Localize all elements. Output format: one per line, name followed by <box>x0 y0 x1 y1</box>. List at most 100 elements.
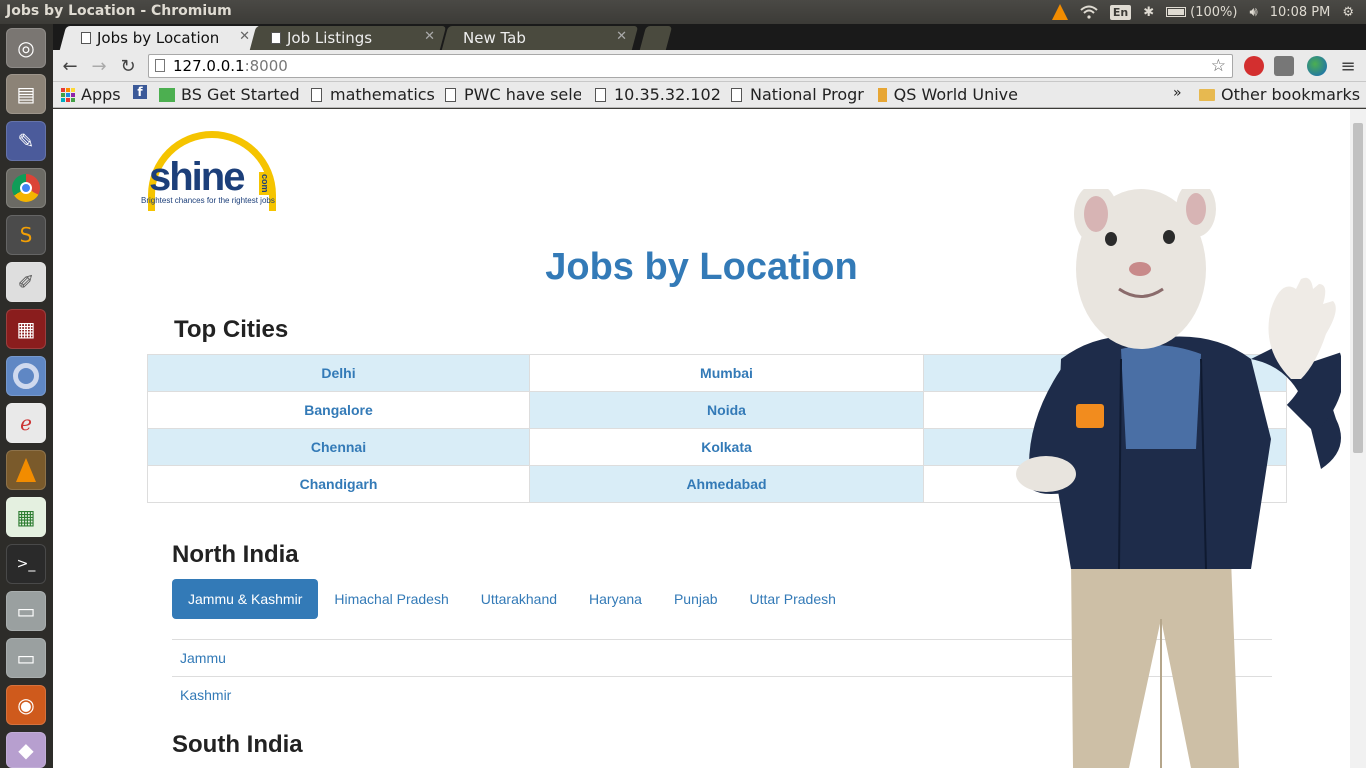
menu-icon[interactable]: ≡ <box>1336 54 1360 78</box>
city-link[interactable]: Kashmir <box>180 687 231 703</box>
tab-job-listings[interactable]: Job Listings ✕ <box>249 26 447 50</box>
city-link[interactable]: Chennai <box>147 428 530 466</box>
power-gear-icon[interactable]: ⚙ <box>1342 5 1354 20</box>
tab-jammu-kashmir[interactable]: Jammu & Kashmir <box>172 579 319 619</box>
top-cities-heading: Top Cities <box>174 316 289 343</box>
bookmark-label: PWC have sele <box>464 85 581 104</box>
firefox-icon[interactable]: ◉ <box>6 685 46 725</box>
back-arrow-icon[interactable]: ← <box>58 54 82 78</box>
vlc-tray-icon[interactable] <box>1051 4 1068 20</box>
vlc-icon[interactable] <box>6 450 46 490</box>
bookmark-bs-get-started[interactable]: BS Get Started <box>159 85 300 104</box>
other-bookmarks-label: Other bookmarks <box>1221 85 1361 104</box>
tab-himachal-pradesh[interactable]: Himachal Pradesh <box>318 579 464 619</box>
logo-dotcom: com <box>259 172 271 195</box>
other-bookmarks[interactable]: Other bookmarks <box>1199 85 1360 104</box>
tab-close-icon[interactable]: ✕ <box>616 29 627 44</box>
adblock-extension-icon[interactable] <box>1244 56 1264 76</box>
city-link[interactable]: Jammu <box>180 650 226 666</box>
tab-label: New Tab <box>463 29 526 47</box>
city-link[interactable]: Noida <box>529 391 924 429</box>
page-info-icon <box>155 59 165 72</box>
bookmark-label: QS World Unive <box>893 85 1018 104</box>
bookmark-label: Apps <box>81 85 121 104</box>
battery-percent: (100%) <box>1190 4 1238 20</box>
bookmark-star-icon[interactable]: ☆ <box>1211 55 1226 77</box>
forward-arrow-icon[interactable]: → <box>87 54 111 78</box>
pocket-extension-icon[interactable] <box>1274 56 1294 76</box>
spreadsheet-icon[interactable]: ▦ <box>6 497 46 537</box>
bluetooth-icon[interactable]: ✱ <box>1143 5 1154 20</box>
bookmark-qs-world[interactable]: QS World Unive <box>878 85 1018 104</box>
tab-close-icon[interactable]: ✕ <box>239 29 250 44</box>
text-editor-icon[interactable]: ✎ <box>6 121 46 161</box>
keyboard-language[interactable]: En <box>1109 4 1132 20</box>
city-link[interactable]: Bangalore <box>147 391 530 429</box>
tab-punjab[interactable]: Punjab <box>658 579 734 619</box>
logo-word: shine <box>149 155 245 199</box>
browser-toolbar: ← → ↻ 127.0.0.1:8000 ☆ ≡ <box>53 50 1366 82</box>
sublime-text-icon[interactable]: S <box>6 215 46 255</box>
tab-new-tab[interactable]: New Tab ✕ <box>441 26 639 50</box>
chromium-icon[interactable] <box>6 168 46 208</box>
page-scrollbar[interactable] <box>1350 109 1366 768</box>
bookmark-pwc[interactable]: PWC have sele <box>445 85 581 104</box>
battery-indicator[interactable]: (100%) <box>1166 5 1237 20</box>
terminal-icon[interactable]: >_ <box>6 544 46 584</box>
shine-logo[interactable]: shine com Brightest chances for the righ… <box>141 131 291 211</box>
city-link[interactable]: Chandigarh <box>147 465 530 503</box>
url-host: 127.0.0.1 <box>173 57 245 75</box>
shine-mascot-image <box>1016 189 1341 768</box>
page-viewport: shine com Brightest chances for the righ… <box>53 109 1350 768</box>
software-center-icon[interactable]: ◆ <box>6 732 46 768</box>
bookmark-ip[interactable]: 10.35.32.102 <box>595 85 721 104</box>
ubuntu-dash-icon[interactable]: ◎ <box>6 28 46 68</box>
tab-uttarakhand[interactable]: Uttarakhand <box>465 579 573 619</box>
south-india-heading: South India <box>172 731 303 758</box>
bookmark-label: BS Get Started <box>181 85 300 104</box>
url-port: :8000 <box>244 57 288 75</box>
reload-icon[interactable]: ↻ <box>116 54 140 78</box>
battery-icon <box>1166 7 1187 17</box>
tab-uttar-pradesh[interactable]: Uttar Pradesh <box>734 579 852 619</box>
gedit-icon[interactable]: ✐ <box>6 262 46 302</box>
workspace-switcher-icon[interactable]: ▦ <box>6 309 46 349</box>
clock[interactable]: 10:08 PM <box>1270 5 1331 20</box>
tab-strip: Jobs by Location ✕ Job Listings ✕ New Ta… <box>53 24 1366 50</box>
address-bar[interactable]: 127.0.0.1:8000 ☆ <box>148 54 1233 78</box>
city-link[interactable]: Kolkata <box>529 428 924 466</box>
bookmark-facebook[interactable]: f <box>133 85 147 99</box>
unity-launcher: ◎ ▤ ✎ S ✐ ▦ ℯ ▦ >_ ▭ ▭ ◉ ◆ <box>0 24 53 768</box>
facebook-icon: f <box>133 85 147 99</box>
apps-grid-icon <box>61 87 75 102</box>
new-tab-button[interactable] <box>639 26 673 50</box>
wifi-icon[interactable] <box>1080 5 1098 19</box>
city-link[interactable]: Mumbai <box>529 354 924 392</box>
chrome-icon[interactable] <box>6 356 46 396</box>
globe-extension-icon[interactable] <box>1307 56 1327 76</box>
tab-haryana[interactable]: Haryana <box>573 579 658 619</box>
city-link[interactable]: Delhi <box>147 354 530 392</box>
bookmarks-overflow-button[interactable]: » <box>1173 85 1182 101</box>
bookmark-label: National Progr <box>750 85 864 104</box>
volume-icon[interactable]: 🔊︎ <box>1249 5 1257 20</box>
page-icon <box>445 87 456 102</box>
tab-close-icon[interactable]: ✕ <box>424 29 435 44</box>
bookmark-national-prog[interactable]: National Progr <box>731 85 867 104</box>
disk-icon[interactable]: ▭ <box>6 591 46 631</box>
system-tray: En ✱ (100%) 🔊︎ 10:08 PM ⚙ <box>1051 0 1366 24</box>
files-icon[interactable]: ▤ <box>6 74 46 114</box>
bookmark-label: mathematics <box>330 85 435 104</box>
evince-icon[interactable]: ℯ <box>6 403 46 443</box>
page-favicon-icon <box>81 32 91 44</box>
tab-label: Job Listings <box>287 29 373 47</box>
page-icon <box>311 87 322 102</box>
scrollbar-thumb[interactable] <box>1353 123 1363 453</box>
city-link[interactable]: Ahmedabad <box>529 465 924 503</box>
window-title: Jobs by Location - Chromium <box>6 3 232 19</box>
bookmark-apps[interactable]: Apps <box>61 85 121 104</box>
disk-2-icon[interactable]: ▭ <box>6 638 46 678</box>
page-icon <box>731 87 742 102</box>
bookmark-mathematics[interactable]: mathematics <box>311 85 435 104</box>
tab-jobs-by-location[interactable]: Jobs by Location ✕ <box>59 26 262 50</box>
